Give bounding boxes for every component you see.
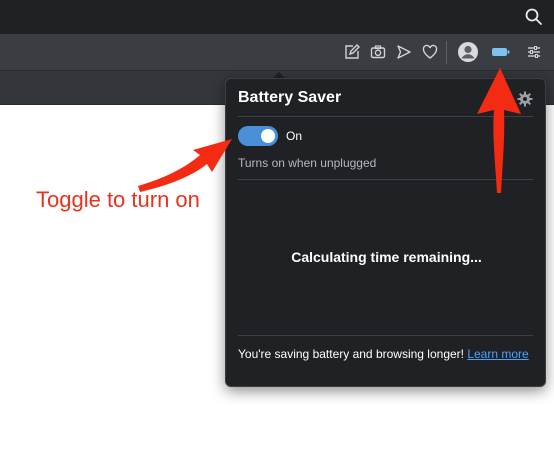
divider — [238, 335, 533, 336]
toggle-label: On — [286, 129, 303, 143]
battery-saver-icon[interactable] — [490, 43, 512, 61]
toggle-knob — [261, 129, 275, 143]
battery-saver-toggle[interactable] — [238, 126, 278, 146]
learn-more-link[interactable]: Learn more — [467, 347, 528, 361]
annotation-label: Toggle to turn on — [36, 187, 200, 212]
popup-title: Battery Saver — [238, 89, 342, 106]
browser-window: Toggle to turn on Battery Saver On Turns… — [0, 0, 554, 454]
camera-icon[interactable] — [369, 43, 387, 61]
toolbar-separator — [446, 41, 447, 64]
battery-saver-popup: Battery Saver On Turns on when unplugged… — [225, 78, 546, 387]
time-remaining-status: Calculating time remaining... — [291, 249, 482, 265]
edit-icon[interactable] — [343, 43, 361, 61]
toolbar — [0, 34, 554, 71]
gear-icon[interactable] — [517, 91, 533, 107]
send-icon[interactable] — [395, 43, 413, 61]
popup-footer: You're saving battery and browsing longe… — [238, 347, 533, 362]
toggle-description: Turns on when unplugged — [238, 156, 377, 170]
divider — [238, 116, 533, 117]
heart-icon[interactable] — [421, 43, 439, 61]
avatar-icon[interactable] — [457, 41, 479, 63]
divider — [238, 179, 533, 180]
search-icon[interactable] — [524, 7, 544, 27]
tab-strip — [0, 0, 554, 34]
settings-sliders-icon[interactable] — [525, 43, 543, 61]
footer-text: You're saving battery and browsing longe… — [238, 347, 468, 361]
